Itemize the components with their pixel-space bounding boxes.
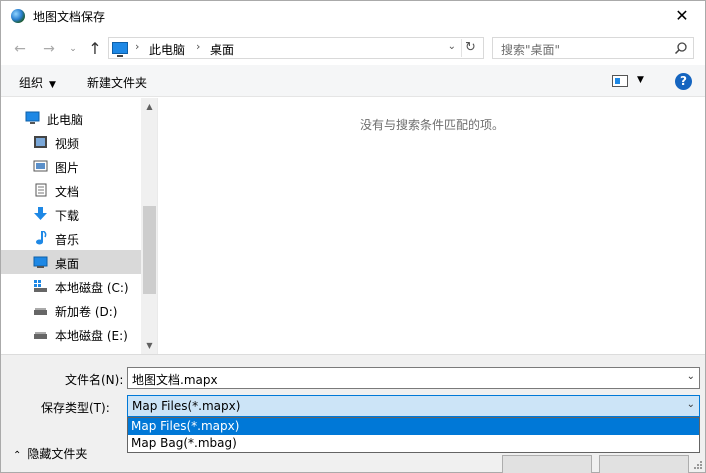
window-title: 地图文档保存 [33,10,106,24]
caret-down-icon[interactable]: ▼ [637,75,644,85]
filename-input[interactable]: 地图文档.mapx ⌄ [127,367,700,389]
tree-item-label: 此电脑 [47,113,84,127]
navigation-pane: 此电脑 视频 图片 文档 下载 音乐 桌面 本地磁盘 (C:) 新加卷 (D:)… [1,98,158,354]
drive-icon [34,332,47,339]
tree-item-label: 本地磁盘 (C:) [55,281,129,295]
refresh-icon[interactable]: ↻ [461,39,479,57]
save-form: 文件名(N): 地图文档.mapx ⌄ 保存类型(T): Map Files(*… [1,354,705,473]
globe-icon [11,9,25,23]
recent-locations-chevron-icon[interactable]: ⌄ [63,39,83,59]
tree-item-desktop[interactable]: 桌面 [1,250,141,274]
documents-folder-icon [35,183,47,197]
tree-item-drive-c[interactable]: 本地磁盘 (C:) [1,274,141,298]
tree-item-label: 音乐 [55,233,80,247]
tree-item-drive-d[interactable]: 新加卷 (D:) [1,298,141,322]
command-toolbar: 组织 ▼ 新建文件夹 ▼ ? [1,65,705,97]
tree-item-pictures[interactable]: 图片 [1,154,141,178]
scroll-up-icon[interactable]: ▲ [141,98,157,115]
filetype-label: 保存类型(T): [41,401,110,415]
organize-label: 组织 [19,76,44,90]
chevron-up-icon: ⌃ [13,450,22,461]
tree-item-label: 桌面 [55,257,80,271]
new-folder-button[interactable]: 新建文件夹 [87,74,147,91]
navigation-bar: ← → ⌄ ↑ › 此电脑 › 桌面 ⌄ ↻ 搜索"桌面" [1,31,705,65]
breadcrumb-separator-icon[interactable]: › [196,40,200,53]
hide-folders-button[interactable]: ⌃ 隐藏文件夹 [13,445,87,462]
cancel-button[interactable] [599,455,689,473]
chevron-down-icon[interactable]: ⌄ [687,371,695,382]
tree-item-label: 文档 [55,185,80,199]
close-button[interactable]: ✕ [659,1,705,31]
breadcrumb-separator-icon[interactable]: › [135,40,139,53]
music-note-icon [36,231,47,245]
hide-folders-label: 隐藏文件夹 [27,447,88,461]
chevron-down-icon[interactable]: ⌄ [448,41,456,52]
empty-results-message: 没有与搜索条件匹配的项。 [359,118,504,132]
tree-item-label: 本地磁盘 (E:) [55,329,128,343]
back-arrow-icon[interactable]: ← [10,39,30,59]
title-bar: 地图文档保存 ✕ [1,1,705,31]
scroll-down-icon[interactable]: ▼ [141,337,157,354]
filetype-select[interactable]: Map Files(*.mapx) ⌄ [127,395,700,417]
drive-icon [34,308,47,315]
computer-icon [25,111,40,124]
chevron-down-icon[interactable]: ⌄ [687,399,695,410]
tree-item-videos[interactable]: 视频 [1,130,141,154]
tree-item-drive-e[interactable]: 本地磁盘 (E:) [1,322,141,346]
organize-button[interactable]: 组织 ▼ [19,74,56,91]
tree-item-label: 视频 [55,137,80,151]
tree-item-music[interactable]: 音乐 [1,226,141,250]
tree-item-downloads[interactable]: 下载 [1,202,141,226]
up-arrow-icon[interactable]: ↑ [85,39,105,59]
scroll-thumb[interactable] [143,206,156,294]
computer-icon [112,42,128,57]
filetype-option-mapx[interactable]: Map Files(*.mapx) [128,418,699,435]
filetype-option-mbag[interactable]: Map Bag(*.mbag) [128,435,699,452]
filetype-dropdown-list[interactable]: Map Files(*.mapx) Map Bag(*.mbag) [127,417,700,453]
tree-item-label: 新加卷 (D:) [55,305,118,319]
save-dialog: 地图文档保存 ✕ ← → ⌄ ↑ › 此电脑 › 桌面 ⌄ ↻ 搜索"桌面" 组… [0,0,706,473]
tree-item-documents[interactable]: 文档 [1,178,141,202]
breadcrumb-desktop[interactable]: 桌面 [210,41,234,58]
address-bar[interactable]: › 此电脑 › 桌面 ⌄ ↻ [108,37,484,59]
tree-item-label: 下载 [55,209,80,223]
file-list-pane[interactable]: 没有与搜索条件匹配的项。 [159,98,705,354]
view-options-icon[interactable] [612,75,628,87]
resize-grip-icon[interactable] [693,460,703,470]
forward-arrow-icon[interactable]: → [39,39,59,59]
filename-value: 地图文档.mapx [132,373,218,387]
tree-scrollbar[interactable]: ▲ ▼ [141,98,157,354]
tree-item-label: 图片 [55,161,80,175]
breadcrumb-this-pc[interactable]: 此电脑 [149,41,185,58]
pictures-folder-icon [33,160,48,172]
search-input[interactable]: 搜索"桌面" [492,37,694,59]
help-icon[interactable]: ? [675,73,692,90]
download-arrow-icon [34,207,47,220]
save-button[interactable] [502,455,592,473]
desktop-icon [33,256,48,268]
caret-down-icon: ▼ [49,80,56,90]
tree-item-this-pc[interactable]: 此电脑 [1,106,141,130]
filetype-value: Map Files(*.mapx) [132,399,241,413]
search-placeholder: 搜索"桌面" [501,43,561,57]
filename-label: 文件名(N): [65,373,124,387]
search-icon[interactable] [674,41,688,55]
system-drive-icon [34,280,47,292]
video-folder-icon [34,136,47,148]
